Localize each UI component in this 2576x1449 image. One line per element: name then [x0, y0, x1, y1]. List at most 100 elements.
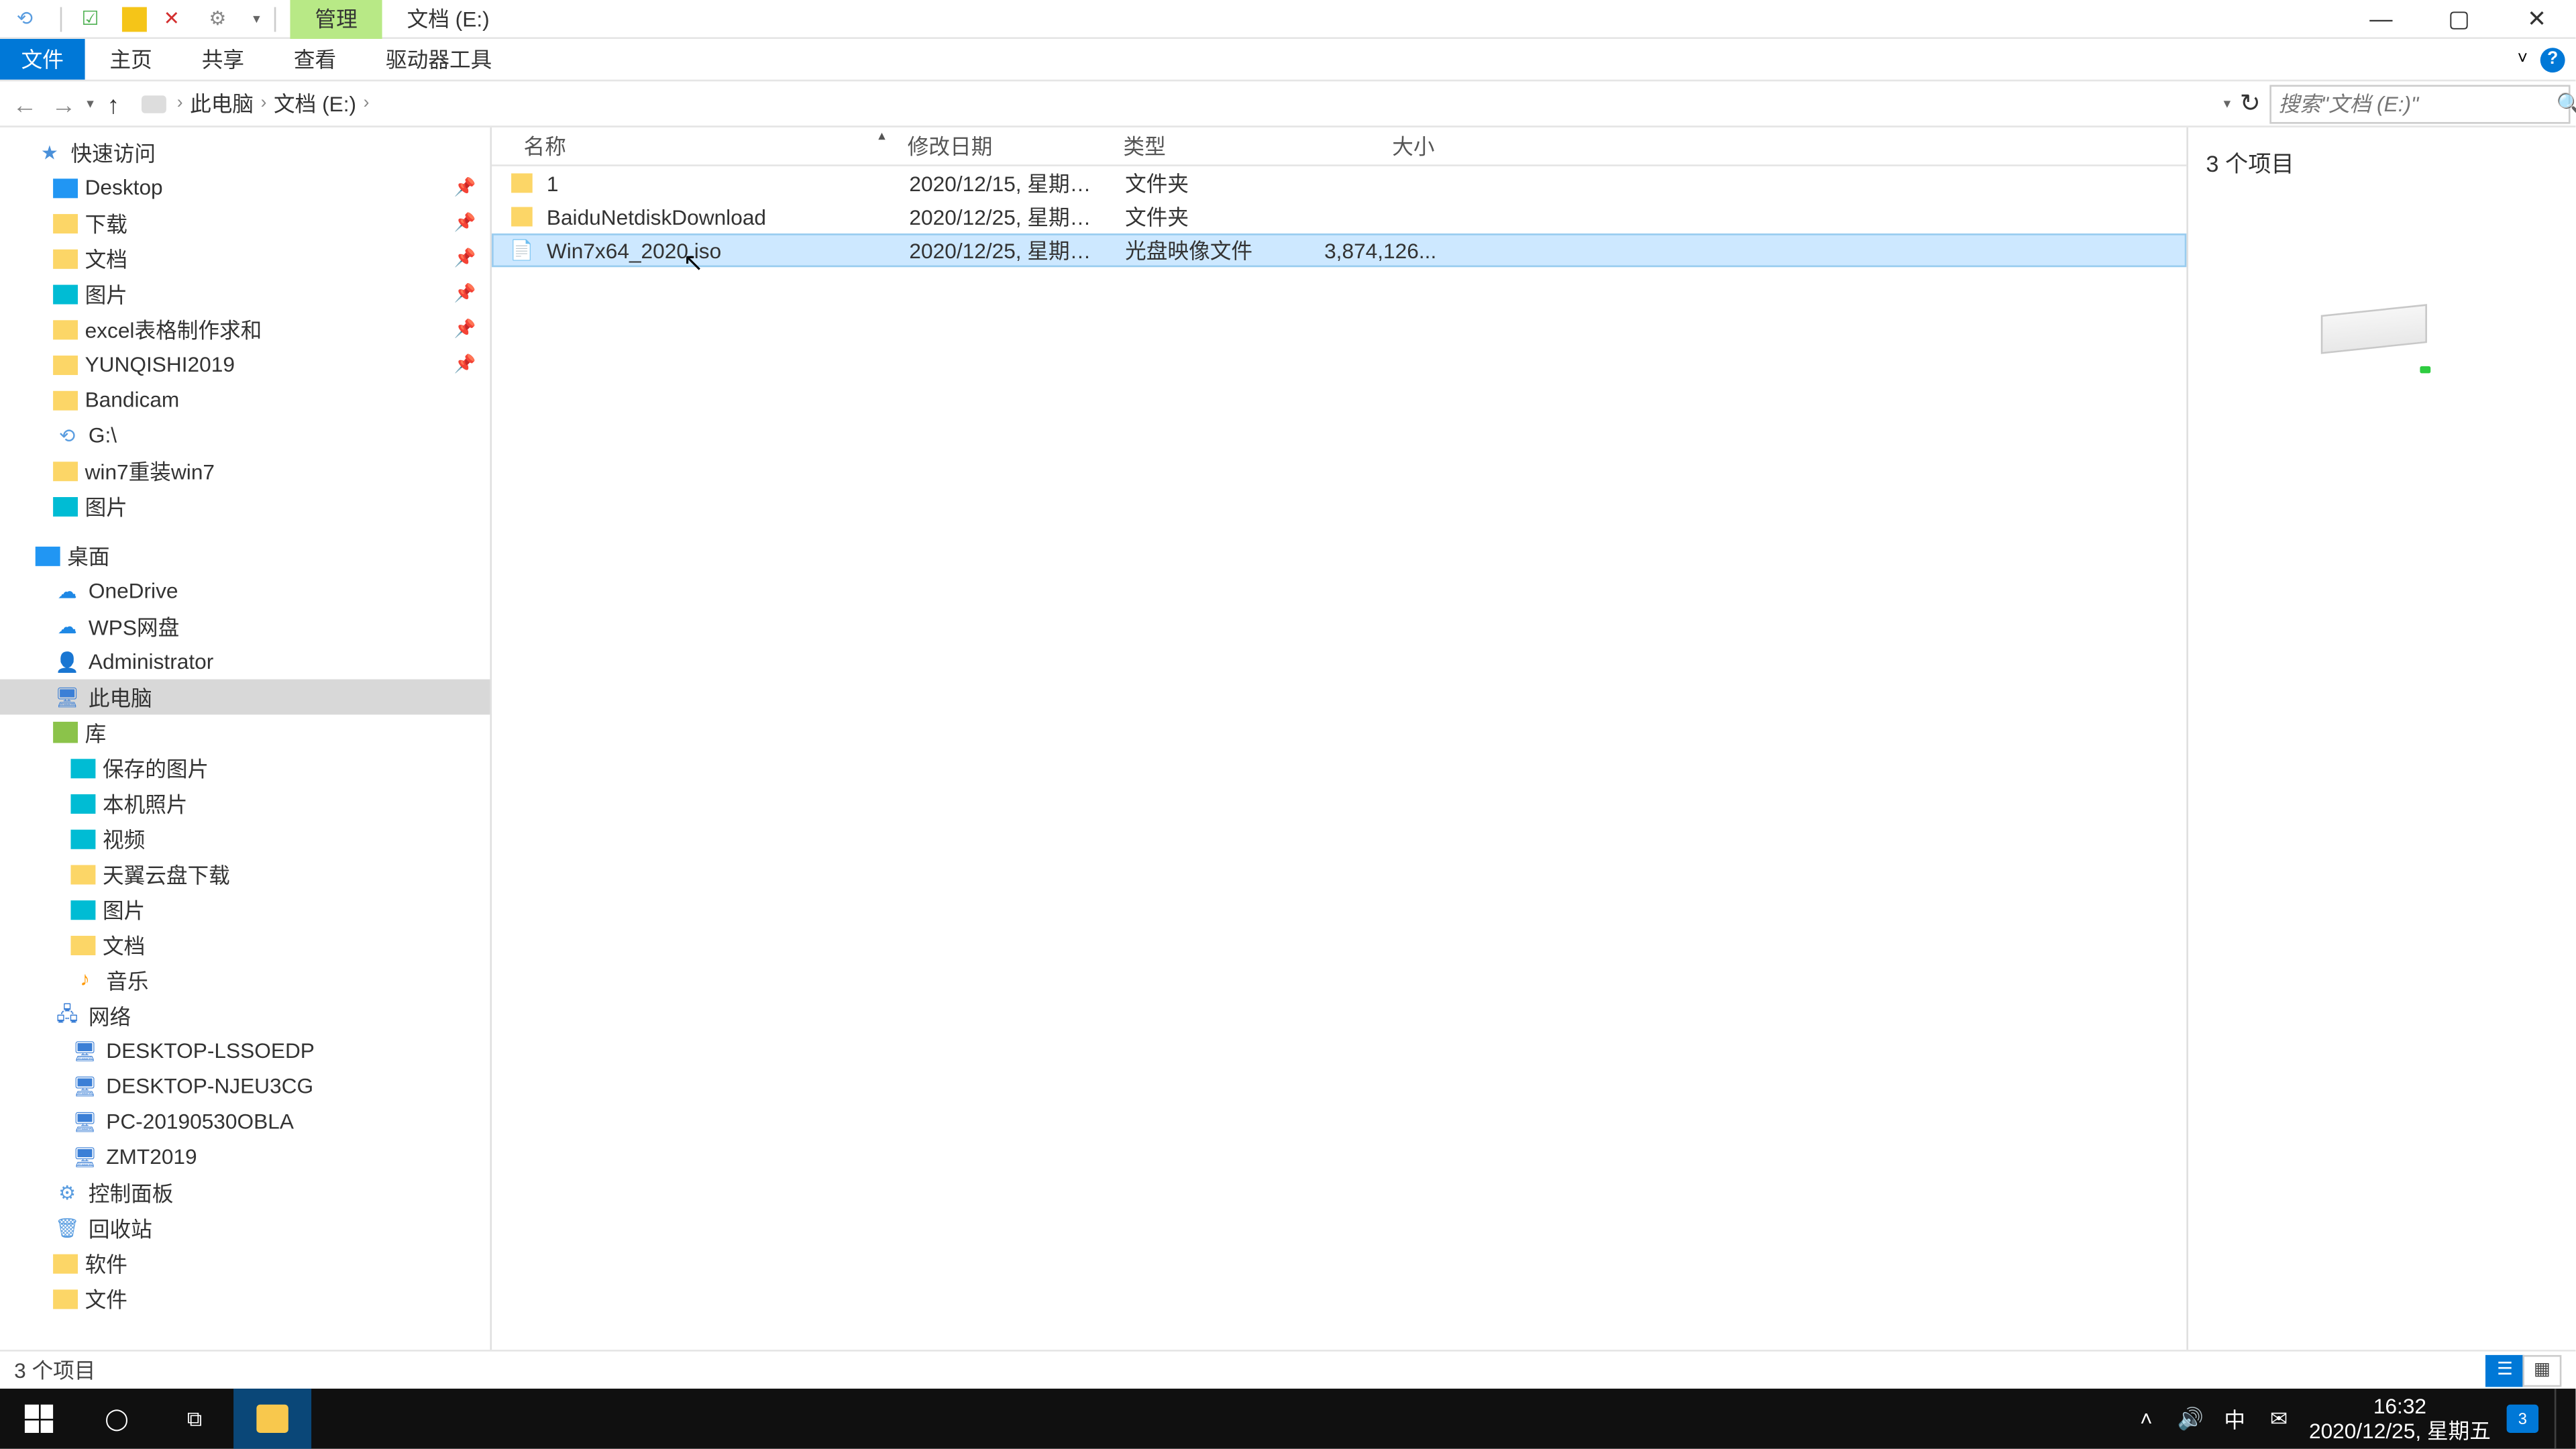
ribbon-home-tab[interactable]: 主页 [85, 39, 177, 80]
nav-item[interactable]: 🗑回收站 [0, 1210, 490, 1246]
nav-pinned-item[interactable]: 图片 [0, 488, 490, 524]
nav-item[interactable]: ☁WPS网盘 [0, 608, 490, 644]
show-desktop-button[interactable] [2555, 1389, 2565, 1449]
nav-lib-item[interactable]: 图片 [0, 892, 490, 927]
nav-lib-item[interactable]: 文档 [0, 927, 490, 963]
nav-pinned-item[interactable]: Bandicam [0, 382, 490, 418]
file-list[interactable]: 1 2020/12/15, 星期二 1... 文件夹 BaiduNetdiskD… [492, 166, 2186, 1350]
app-tray-icon[interactable]: ✉ [2265, 1405, 2293, 1433]
nav-network-pc[interactable]: 🖥DESKTOP-LSSOEDP [0, 1033, 490, 1069]
nav-lib-item[interactable]: 天翼云盘下载 [0, 856, 490, 892]
nav-item[interactable]: 👤Administrator [0, 644, 490, 680]
nav-lib-item[interactable]: 保存的图片 [0, 750, 490, 786]
nav-lib-item[interactable]: 本机照片 [0, 786, 490, 821]
ime-icon[interactable]: 中 [2220, 1405, 2249, 1433]
iso-icon: 📄 [510, 236, 534, 264]
nav-fwd-button[interactable]: → [44, 84, 83, 123]
refresh-button[interactable]: ↻ [2231, 84, 2269, 123]
nav-desktop[interactable]: 桌面 [0, 538, 490, 574]
qat-customize-icon[interactable]: ▾ [253, 11, 260, 27]
address-dropdown-icon[interactable]: ▾ [2224, 95, 2231, 111]
notification-icon[interactable]: 3 [2507, 1405, 2538, 1433]
qat-close-icon[interactable]: ✕ [158, 5, 186, 33]
picture-icon [53, 284, 78, 303]
nav-pinned-item[interactable]: 图片📌 [0, 276, 490, 311]
pc-icon: 🖥 [70, 1108, 99, 1136]
ribbon-view-tab[interactable]: 查看 [269, 39, 361, 80]
nav-item[interactable]: 文件 [0, 1281, 490, 1316]
nav-lib-item[interactable]: 视频 [0, 821, 490, 857]
file-row[interactable]: 1 2020/12/15, 星期二 1... 文件夹 [492, 166, 2186, 200]
nav-up-button[interactable]: ↑ [94, 84, 133, 123]
status-item-count: 3 个项目 [14, 1355, 95, 1385]
column-date[interactable]: 修改日期 [890, 131, 1106, 161]
view-icons-button[interactable]: ▦ [2522, 1354, 2561, 1386]
navigation-pane[interactable]: ★快速访问 Desktop📌下载📌文档📌图片📌excel表格制作求和📌YUNQI… [0, 127, 492, 1350]
preview-pane: 3 个项目 [2186, 127, 2575, 1350]
nav-back-button[interactable]: ← [5, 84, 44, 123]
pc-icon: 🖥 [53, 683, 81, 711]
nav-pinned-item[interactable]: excel表格制作求和📌 [0, 311, 490, 347]
folder-icon [53, 319, 78, 339]
close-button[interactable]: ✕ [2498, 0, 2575, 38]
qat-settings-icon[interactable]: ⚙ [203, 5, 231, 33]
nav-history-dropdown[interactable]: ▾ [87, 95, 94, 111]
nav-network-pc[interactable]: 🖥DESKTOP-NJEU3CG [0, 1069, 490, 1104]
picture-icon [70, 900, 95, 919]
column-size[interactable]: 大小 [1286, 131, 1445, 161]
taskbar-explorer-button[interactable] [233, 1389, 311, 1449]
help-icon[interactable]: ? [2540, 47, 2565, 72]
search-input[interactable] [2278, 91, 2556, 116]
taskbar-clock[interactable]: 16:322020/12/25, 星期五 [2309, 1393, 2491, 1444]
folder-icon [53, 213, 78, 233]
ribbon-drive-tab[interactable]: 驱动器工具 [361, 39, 517, 80]
column-name[interactable]: 名称 [492, 131, 890, 161]
folder-icon [511, 207, 533, 227]
nav-item[interactable]: ⚙控制面板 [0, 1175, 490, 1210]
search-icon[interactable]: 🔍 [2556, 91, 2576, 116]
nav-quick-access[interactable]: ★快速访问 [0, 134, 490, 170]
nav-item[interactable]: 🖥此电脑 [0, 680, 490, 715]
nav-pinned-item[interactable]: Desktop📌 [0, 170, 490, 205]
nav-pinned-item[interactable]: win7重装win7 [0, 453, 490, 488]
ribbon: 文件 主页 共享 查看 驱动器工具 ˅ ? [0, 39, 2575, 81]
chevron-right-icon[interactable]: › [257, 94, 270, 113]
nav-network-pc[interactable]: 🖥PC-20190530OBLA [0, 1104, 490, 1139]
nav-item[interactable]: 软件 [0, 1245, 490, 1281]
file-row[interactable]: BaiduNetdiskDownload 2020/12/25, 星期五 1..… [492, 200, 2186, 233]
breadcrumb[interactable]: › 此电脑 › 文档 (E:) › [140, 84, 2212, 123]
search-box[interactable]: 🔍 [2269, 84, 2570, 123]
tray-overflow-icon[interactable]: ˄ [2132, 1405, 2160, 1433]
volume-icon[interactable]: 🔊 [2176, 1405, 2204, 1433]
nav-pinned-item[interactable]: ⟲G:\ [0, 417, 490, 453]
view-details-button[interactable]: ☰ [2485, 1354, 2524, 1386]
picture-icon [70, 828, 95, 848]
ribbon-share-tab[interactable]: 共享 [177, 39, 269, 80]
taskview-button[interactable]: ⧉ [156, 1389, 233, 1449]
nav-pinned-item[interactable]: 文档📌 [0, 241, 490, 276]
column-type[interactable]: 类型 [1106, 131, 1286, 161]
start-button[interactable] [0, 1389, 78, 1449]
ribbon-context-tab[interactable]: 管理 [290, 0, 382, 39]
nav-network[interactable]: 🖧网络 [0, 998, 490, 1033]
folder-icon [70, 864, 95, 883]
chevron-right-icon[interactable]: › [173, 94, 186, 113]
qat-checkbox-icon[interactable]: ☑ [76, 5, 104, 33]
maximize-button[interactable]: ▢ [2420, 0, 2498, 38]
file-row[interactable]: 📄Win7x64_2020.iso 2020/12/25, 星期五 1... 光… [492, 233, 2186, 267]
nav-pinned-item[interactable]: YUNQISHI2019📌 [0, 347, 490, 382]
nav-network-pc[interactable]: 🖥ZMT2019 [0, 1139, 490, 1175]
chevron-right-icon[interactable]: › [360, 94, 372, 113]
ribbon-file-tab[interactable]: 文件 [0, 39, 85, 80]
nav-item[interactable]: 库 [0, 714, 490, 750]
nav-lib-item[interactable]: ♪音乐 [0, 963, 490, 998]
minimize-button[interactable]: — [2342, 0, 2420, 38]
window-title: 文档 (E:) [382, 3, 515, 34]
crumb-drive[interactable]: 文档 (E:) [270, 89, 360, 119]
expand-ribbon-icon[interactable]: ˅ [2508, 45, 2536, 73]
taskbar-search-button[interactable]: ◯ [78, 1389, 156, 1449]
nav-pinned-item[interactable]: 下载📌 [0, 205, 490, 241]
crumb-pc[interactable]: 此电脑 [186, 89, 258, 119]
qat-folder-icon[interactable] [122, 6, 147, 31]
nav-item[interactable]: ☁OneDrive [0, 573, 490, 608]
